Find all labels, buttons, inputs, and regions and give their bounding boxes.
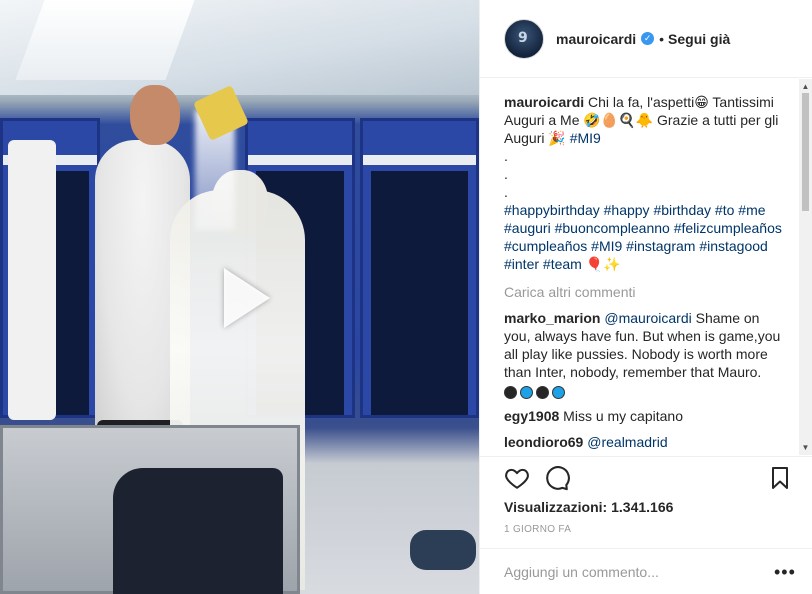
views-count[interactable]: Visualizzazioni: 1.341.166 xyxy=(504,498,673,516)
load-more-comments-link[interactable]: Carica altri commenti xyxy=(504,283,789,301)
circle-icon xyxy=(504,385,517,399)
comment-item: marko_marion @mauroicardi Shame on you, … xyxy=(504,309,784,399)
views-label: Visualizzazioni: xyxy=(504,499,608,515)
verified-badge-icon: ✓ xyxy=(641,32,655,45)
comment-bubble-icon[interactable] xyxy=(544,465,570,491)
post-actions xyxy=(480,456,812,496)
caption-dot: . xyxy=(504,148,508,164)
scroll-up-icon[interactable]: ▲ xyxy=(801,82,810,91)
post-caption: mauroicardi Chi la fa, l'aspetti😁 Tantis… xyxy=(504,93,784,273)
header-separator: • xyxy=(659,30,665,47)
video-laundry-bin xyxy=(0,425,300,594)
caption-username[interactable]: mauroicardi xyxy=(504,94,584,110)
comment-emoji-circles xyxy=(504,385,565,399)
comment-mention[interactable]: @mauroicardi xyxy=(604,310,691,326)
avatar-number: 9 xyxy=(518,29,528,46)
comment-item: leondioro69 @realmadrid xyxy=(504,433,784,451)
video-hanging-coat xyxy=(8,140,56,420)
circle-icon xyxy=(552,385,565,399)
post-sidebar: 9 mauroicardi ✓ • Segui già mauroicardi … xyxy=(479,0,812,594)
views-number: 1.341.166 xyxy=(611,499,674,515)
play-button[interactable] xyxy=(211,267,273,329)
comment-username[interactable]: leondioro69 xyxy=(504,434,583,450)
caption-dot: . xyxy=(504,166,508,182)
circle-icon xyxy=(536,385,549,399)
more-options-icon[interactable]: ••• xyxy=(774,561,796,583)
comment-text: Miss u my capitano xyxy=(563,408,683,424)
video-locker xyxy=(360,118,479,418)
avatar[interactable]: 9 xyxy=(504,18,544,59)
caption-hashtag[interactable]: #MI9 xyxy=(570,130,601,146)
post-header: 9 mauroicardi ✓ • Segui già xyxy=(480,0,812,78)
post-video[interactable] xyxy=(0,0,479,594)
scroll-down-icon[interactable]: ▼ xyxy=(801,443,810,452)
comment-mention[interactable]: @realmadrid xyxy=(587,434,667,450)
post-timestamp[interactable]: 1 GIORNO FA xyxy=(504,524,571,536)
scrollbar-thumb[interactable] xyxy=(802,93,809,211)
following-button[interactable]: Segui già xyxy=(668,31,730,47)
play-icon xyxy=(224,268,270,328)
comment-input[interactable] xyxy=(504,561,754,583)
add-comment-bar: ••• xyxy=(480,548,812,594)
video-shoes xyxy=(410,530,476,570)
comments-scrollbar[interactable]: ▲ ▼ xyxy=(799,79,812,455)
heart-icon[interactable] xyxy=(504,465,530,491)
circle-icon xyxy=(520,385,533,399)
header-username[interactable]: mauroicardi xyxy=(556,31,636,47)
comment-username[interactable]: egy1908 xyxy=(504,408,559,424)
bookmark-icon[interactable] xyxy=(768,465,792,491)
comments-list[interactable]: mauroicardi Chi la fa, l'aspetti😁 Tantis… xyxy=(480,79,812,455)
caption-hashtags[interactable]: #happybirthday #happy #birthday #to #me … xyxy=(504,202,782,272)
video-skylight xyxy=(15,0,195,80)
caption-dot: . xyxy=(504,184,508,200)
comment-username[interactable]: marko_marion xyxy=(504,310,600,326)
comment-item: egy1908 Miss u my capitano xyxy=(504,407,784,425)
